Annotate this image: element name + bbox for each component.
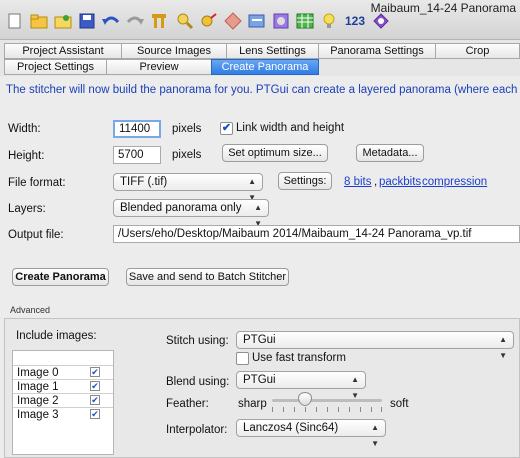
format-settings-button[interactable]: Settings:: [278, 172, 332, 190]
stitch-using-value: PTGui: [243, 334, 276, 346]
stitch-using-label: Stitch using:: [166, 335, 229, 347]
fast-transform-label: Use fast transform: [252, 352, 346, 364]
include-image-checkbox[interactable]: ✔: [90, 381, 100, 391]
width-input[interactable]: 11400: [113, 120, 161, 138]
list-item[interactable]: Image 1 ✔: [13, 379, 113, 393]
batch-icon[interactable]: [372, 12, 390, 30]
numbers-icon[interactable]: 123: [344, 12, 366, 30]
feather-max-label: soft: [390, 398, 409, 410]
save-icon[interactable]: [78, 12, 96, 30]
control-points-icon[interactable]: [200, 12, 218, 30]
save-send-batch-button[interactable]: Save and send to Batch Stitcher: [126, 268, 289, 286]
image-name: Image 2: [17, 395, 59, 407]
layers-label: Layers:: [8, 203, 46, 215]
tab-create-panorama[interactable]: Create Panorama: [211, 59, 319, 75]
include-image-checkbox[interactable]: ✔: [90, 409, 100, 419]
file-format-select[interactable]: TIFF (.tif) ▲ ▼: [113, 173, 263, 202]
fast-transform-checkbox[interactable]: [236, 352, 249, 365]
height-input[interactable]: 5700: [113, 146, 161, 164]
mask-icon[interactable]: [224, 12, 242, 30]
link-width-height-checkbox[interactable]: ✔: [220, 122, 233, 135]
list-item[interactable]: Image 2 ✔: [13, 393, 113, 407]
window-title: Maibaum_14-24 Panorama: [370, 1, 516, 15]
toolbar: Maibaum_14-24 Panorama 123: [0, 0, 520, 40]
blend-using-value: PTGui: [243, 374, 276, 386]
create-panorama-button[interactable]: Create Panorama: [12, 268, 109, 286]
output-file-input[interactable]: /Users/eho/Desktop/Maibaum 2014/Maibaum_…: [113, 225, 520, 243]
format-bits-link[interactable]: 8 bits: [344, 176, 372, 188]
feather-slider[interactable]: [272, 399, 382, 402]
table-icon[interactable]: [296, 12, 314, 30]
stitch-using-select[interactable]: PTGui ▲ ▼: [236, 331, 514, 360]
select-arrow-icon: ▲ ▼: [371, 423, 379, 448]
width-label: Width:: [8, 123, 41, 135]
metadata-button[interactable]: Metadata...: [356, 144, 424, 162]
layers-select[interactable]: Blended panorama only ▲ ▼: [113, 199, 269, 228]
feather-label: Feather:: [166, 398, 209, 410]
align-images-icon[interactable]: [150, 12, 168, 30]
tab-preview[interactable]: Preview: [106, 59, 212, 75]
link-width-height-label: Link width and height: [236, 122, 345, 134]
image-name: Image 3: [17, 409, 59, 421]
width-unit: pixels: [172, 123, 202, 135]
tab-crop[interactable]: Crop: [435, 43, 520, 59]
format-separator: ,: [374, 176, 378, 188]
tip-bulb-icon[interactable]: [320, 12, 338, 30]
zoom-icon[interactable]: [176, 12, 194, 30]
image-name: Image 1: [17, 381, 59, 393]
undo-icon[interactable]: [102, 12, 120, 30]
tab-source-images[interactable]: Source Images: [121, 43, 227, 59]
layers-value: Blended panorama only: [120, 202, 242, 214]
redo-icon[interactable]: [126, 12, 144, 30]
tab-bar: Project Assistant Source Images Lens Set…: [0, 40, 520, 76]
list-item[interactable]: Image 0 ✔: [13, 365, 113, 379]
blend-using-label: Blend using:: [166, 376, 230, 388]
blend-using-select[interactable]: PTGui ▲ ▼: [236, 371, 366, 400]
height-unit: pixels: [172, 149, 202, 161]
include-image-checkbox[interactable]: ✔: [90, 367, 100, 377]
format-compression-link[interactable]: compression: [422, 176, 487, 188]
interpolator-label: Interpolator:: [166, 424, 228, 436]
include-image-checkbox[interactable]: ✔: [90, 395, 100, 405]
open-project-icon[interactable]: [54, 12, 72, 30]
height-label: Height:: [8, 150, 45, 162]
list-item[interactable]: Image 3 ✔: [13, 407, 113, 421]
include-images-label: Include images:: [16, 330, 97, 342]
tab-lens-settings[interactable]: Lens Settings: [226, 43, 319, 59]
include-images-table: Image 0 ✔ Image 1 ✔ Image 2 ✔ Image 3 ✔: [12, 350, 114, 455]
set-optimum-size-button[interactable]: Set optimum size...: [222, 144, 328, 162]
file-format-label: File format:: [8, 177, 66, 189]
file-format-value: TIFF (.tif): [120, 176, 168, 188]
panorama-editor-icon[interactable]: [248, 12, 266, 30]
feather-slider-ticks: [272, 407, 382, 412]
image-name: Image 0: [17, 367, 59, 379]
format-packbits-link[interactable]: packbits: [379, 176, 421, 188]
output-file-label: Output file:: [8, 229, 64, 241]
feather-min-label: sharp: [238, 398, 267, 410]
new-document-icon[interactable]: [6, 12, 24, 30]
open-folder-icon[interactable]: [30, 12, 48, 30]
tab-project-assistant[interactable]: Project Assistant: [4, 43, 122, 59]
tab-project-settings[interactable]: Project Settings: [4, 59, 107, 75]
panorama-view-icon[interactable]: [272, 12, 290, 30]
intro-text: The stitcher will now build the panorama…: [6, 84, 520, 96]
interpolator-value: Lanczos4 (Sinc64): [243, 422, 339, 434]
tab-panorama-settings[interactable]: Panorama Settings: [318, 43, 436, 59]
advanced-section-title: Advanced: [10, 305, 51, 315]
interpolator-select[interactable]: Lanczos4 (Sinc64) ▲ ▼: [236, 419, 386, 448]
select-arrow-icon: ▲ ▼: [499, 335, 507, 360]
